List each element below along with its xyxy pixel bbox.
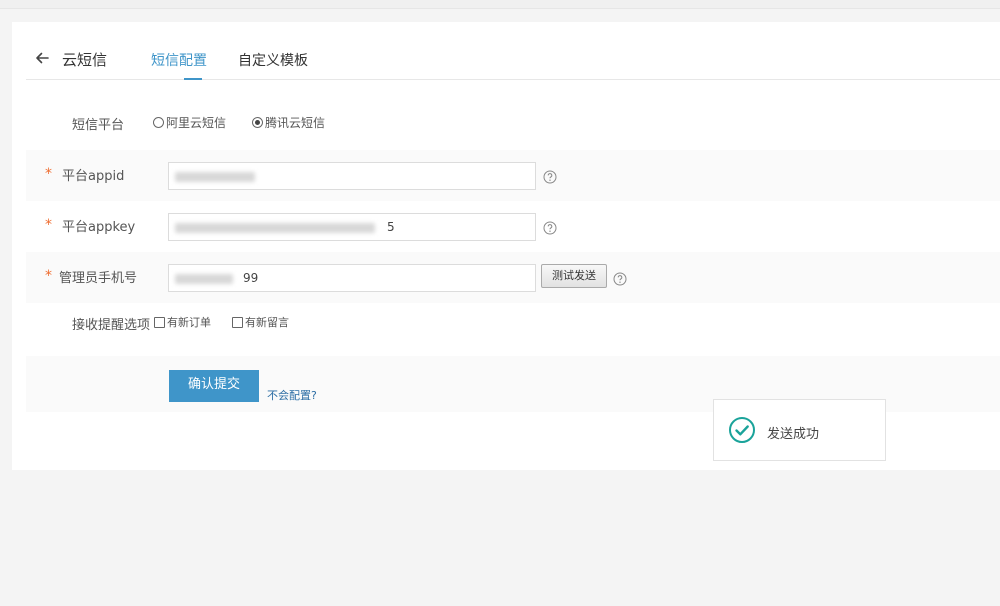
- required-mark: *: [45, 268, 52, 284]
- checkbox-new-order[interactable]: 有新订单: [154, 314, 211, 330]
- notify-label: 接收提醒选项: [72, 318, 151, 333]
- tab-sms-config[interactable]: 短信配置: [151, 50, 207, 70]
- phone-label: 管理员手机号: [59, 271, 138, 286]
- page-title: 云短信: [62, 51, 108, 69]
- appkey-input[interactable]: 5: [168, 213, 536, 241]
- check-circle-icon: [728, 416, 756, 444]
- masked-value: [175, 172, 255, 182]
- tab-custom-template[interactable]: 自定义模板: [238, 50, 308, 70]
- help-icon[interactable]: [543, 170, 557, 184]
- appkey-value: 5: [387, 220, 395, 234]
- appid-input[interactable]: [168, 162, 536, 190]
- platform-row: 短信平台 阿里云短信 腾讯云短信: [26, 114, 1000, 142]
- phone-input[interactable]: 99: [168, 264, 536, 292]
- success-toast: 发送成功: [713, 399, 886, 461]
- toast-message: 发送成功: [767, 427, 820, 442]
- submit-button[interactable]: 确认提交: [169, 370, 259, 402]
- phone-value: 99: [243, 271, 259, 285]
- radio-aliyun-label: 阿里云短信: [166, 116, 227, 130]
- appid-row: * 平台appid: [26, 150, 1000, 201]
- checkbox-new-order-label: 有新订单: [167, 316, 211, 329]
- checkbox-new-order-box[interactable]: [154, 316, 165, 328]
- page-header: 云短信 短信配置 自定义模板: [26, 22, 1000, 80]
- phone-row: * 管理员手机号 99 测试发送: [26, 252, 1000, 303]
- appkey-label: 平台appkey: [62, 220, 136, 235]
- masked-value: [175, 274, 233, 284]
- help-icon[interactable]: [543, 221, 557, 235]
- checkbox-new-message-label: 有新留言: [245, 316, 289, 329]
- masked-value: [175, 223, 375, 233]
- required-mark: *: [45, 166, 52, 182]
- active-tab-indicator: [184, 78, 202, 80]
- appkey-row: * 平台appkey 5: [26, 201, 1000, 252]
- platform-label: 短信平台: [72, 118, 125, 133]
- required-mark: *: [45, 217, 52, 233]
- radio-aliyun-circle[interactable]: [153, 117, 164, 128]
- checkbox-new-message[interactable]: 有新留言: [232, 314, 289, 330]
- notify-row: 接收提醒选项 有新订单 有新留言: [26, 314, 1000, 350]
- top-strip: [0, 0, 1000, 9]
- radio-tencent-label: 腾讯云短信: [265, 116, 326, 130]
- checkbox-new-message-box[interactable]: [232, 316, 243, 328]
- radio-tencent[interactable]: 腾讯云短信: [252, 114, 325, 131]
- test-send-button[interactable]: 测试发送: [541, 264, 607, 288]
- radio-tencent-circle[interactable]: [252, 117, 263, 128]
- help-icon[interactable]: [613, 272, 627, 286]
- radio-aliyun[interactable]: 阿里云短信: [153, 114, 226, 131]
- appid-label: 平台appid: [62, 169, 125, 184]
- back-arrow-icon[interactable]: [34, 50, 50, 66]
- help-link[interactable]: 不会配置?: [267, 387, 317, 403]
